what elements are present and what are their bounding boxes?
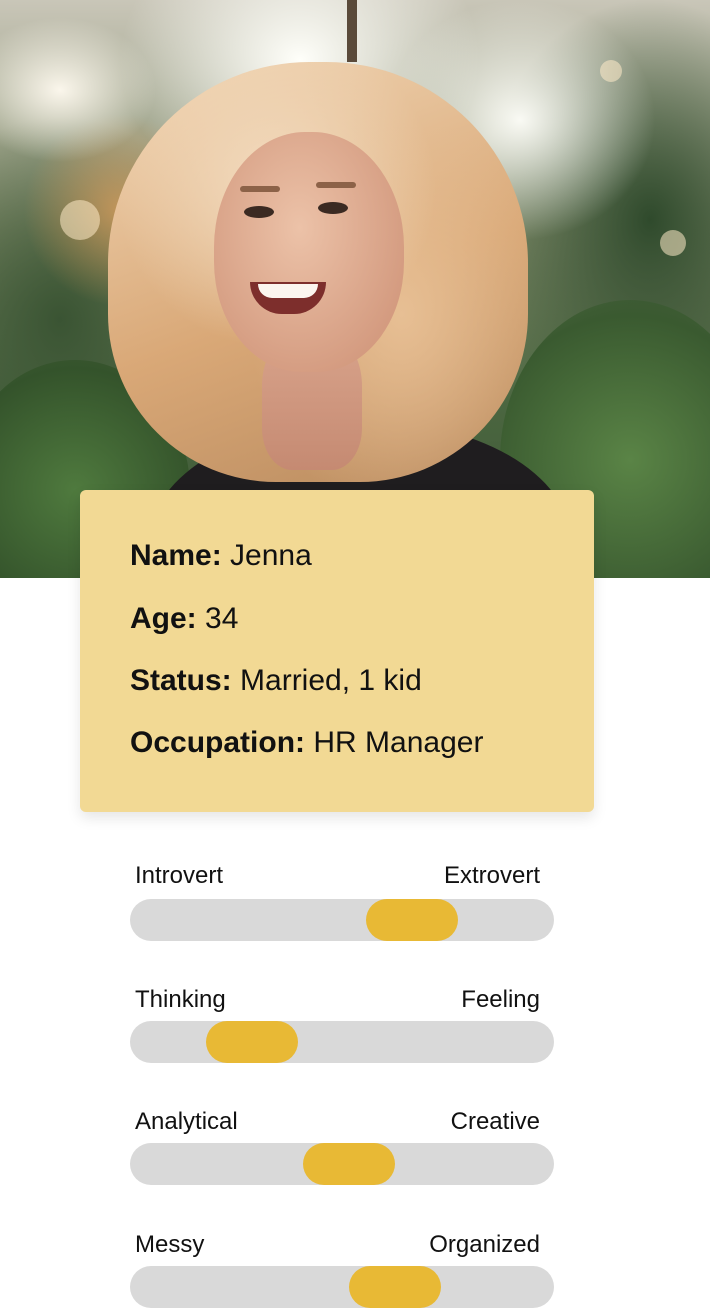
photo-background-pole: [347, 0, 357, 62]
slider-track[interactable]: [130, 1143, 554, 1185]
trait-left-label: Thinking: [135, 986, 226, 1013]
profile-info-card: Name: Jenna Age: 34 Status: Married, 1 k…: [80, 490, 594, 812]
age-row: Age: 34: [130, 601, 238, 637]
slider-thumb[interactable]: [349, 1266, 441, 1308]
age-label: Age:: [130, 602, 197, 635]
photo-teeth: [258, 284, 318, 298]
occupation-label: Occupation:: [130, 726, 306, 759]
name-row: Name: Jenna: [130, 538, 312, 574]
name-label: Name:: [130, 539, 222, 572]
age-value: 34: [205, 602, 239, 635]
trait-right-label: Extrovert: [443, 862, 540, 889]
name-value: Jenna: [230, 539, 312, 572]
slider-thumb[interactable]: [303, 1143, 395, 1185]
photo-bokeh: [600, 60, 622, 82]
slider-track[interactable]: [130, 1266, 554, 1308]
occupation-value: HR Manager: [313, 726, 484, 759]
trait-right-label: Feeling: [461, 986, 540, 1013]
slider-track[interactable]: [130, 1021, 554, 1063]
photo-eye-right: [318, 202, 348, 214]
trait-right-label: Organized: [429, 1231, 540, 1258]
occupation-row: Occupation: HR Manager: [130, 725, 483, 761]
status-label: Status:: [130, 664, 232, 697]
status-row: Status: Married, 1 kid: [130, 663, 422, 699]
photo-face: [214, 132, 404, 372]
status-value: Married, 1 kid: [240, 664, 422, 697]
photo-brow-left: [240, 186, 280, 192]
photo-eye-left: [244, 206, 274, 218]
photo-bokeh: [660, 230, 686, 256]
trait-left-label: Messy: [135, 1231, 205, 1258]
photo-bokeh: [60, 200, 100, 240]
slider-track[interactable]: [130, 899, 554, 941]
photo-brow-right: [316, 182, 356, 188]
trait-left-label: Introvert: [135, 862, 224, 889]
trait-left-label: Analytical: [135, 1108, 238, 1135]
slider-thumb[interactable]: [206, 1021, 298, 1063]
slider-thumb[interactable]: [366, 899, 458, 941]
trait-right-label: Creative: [450, 1108, 540, 1135]
